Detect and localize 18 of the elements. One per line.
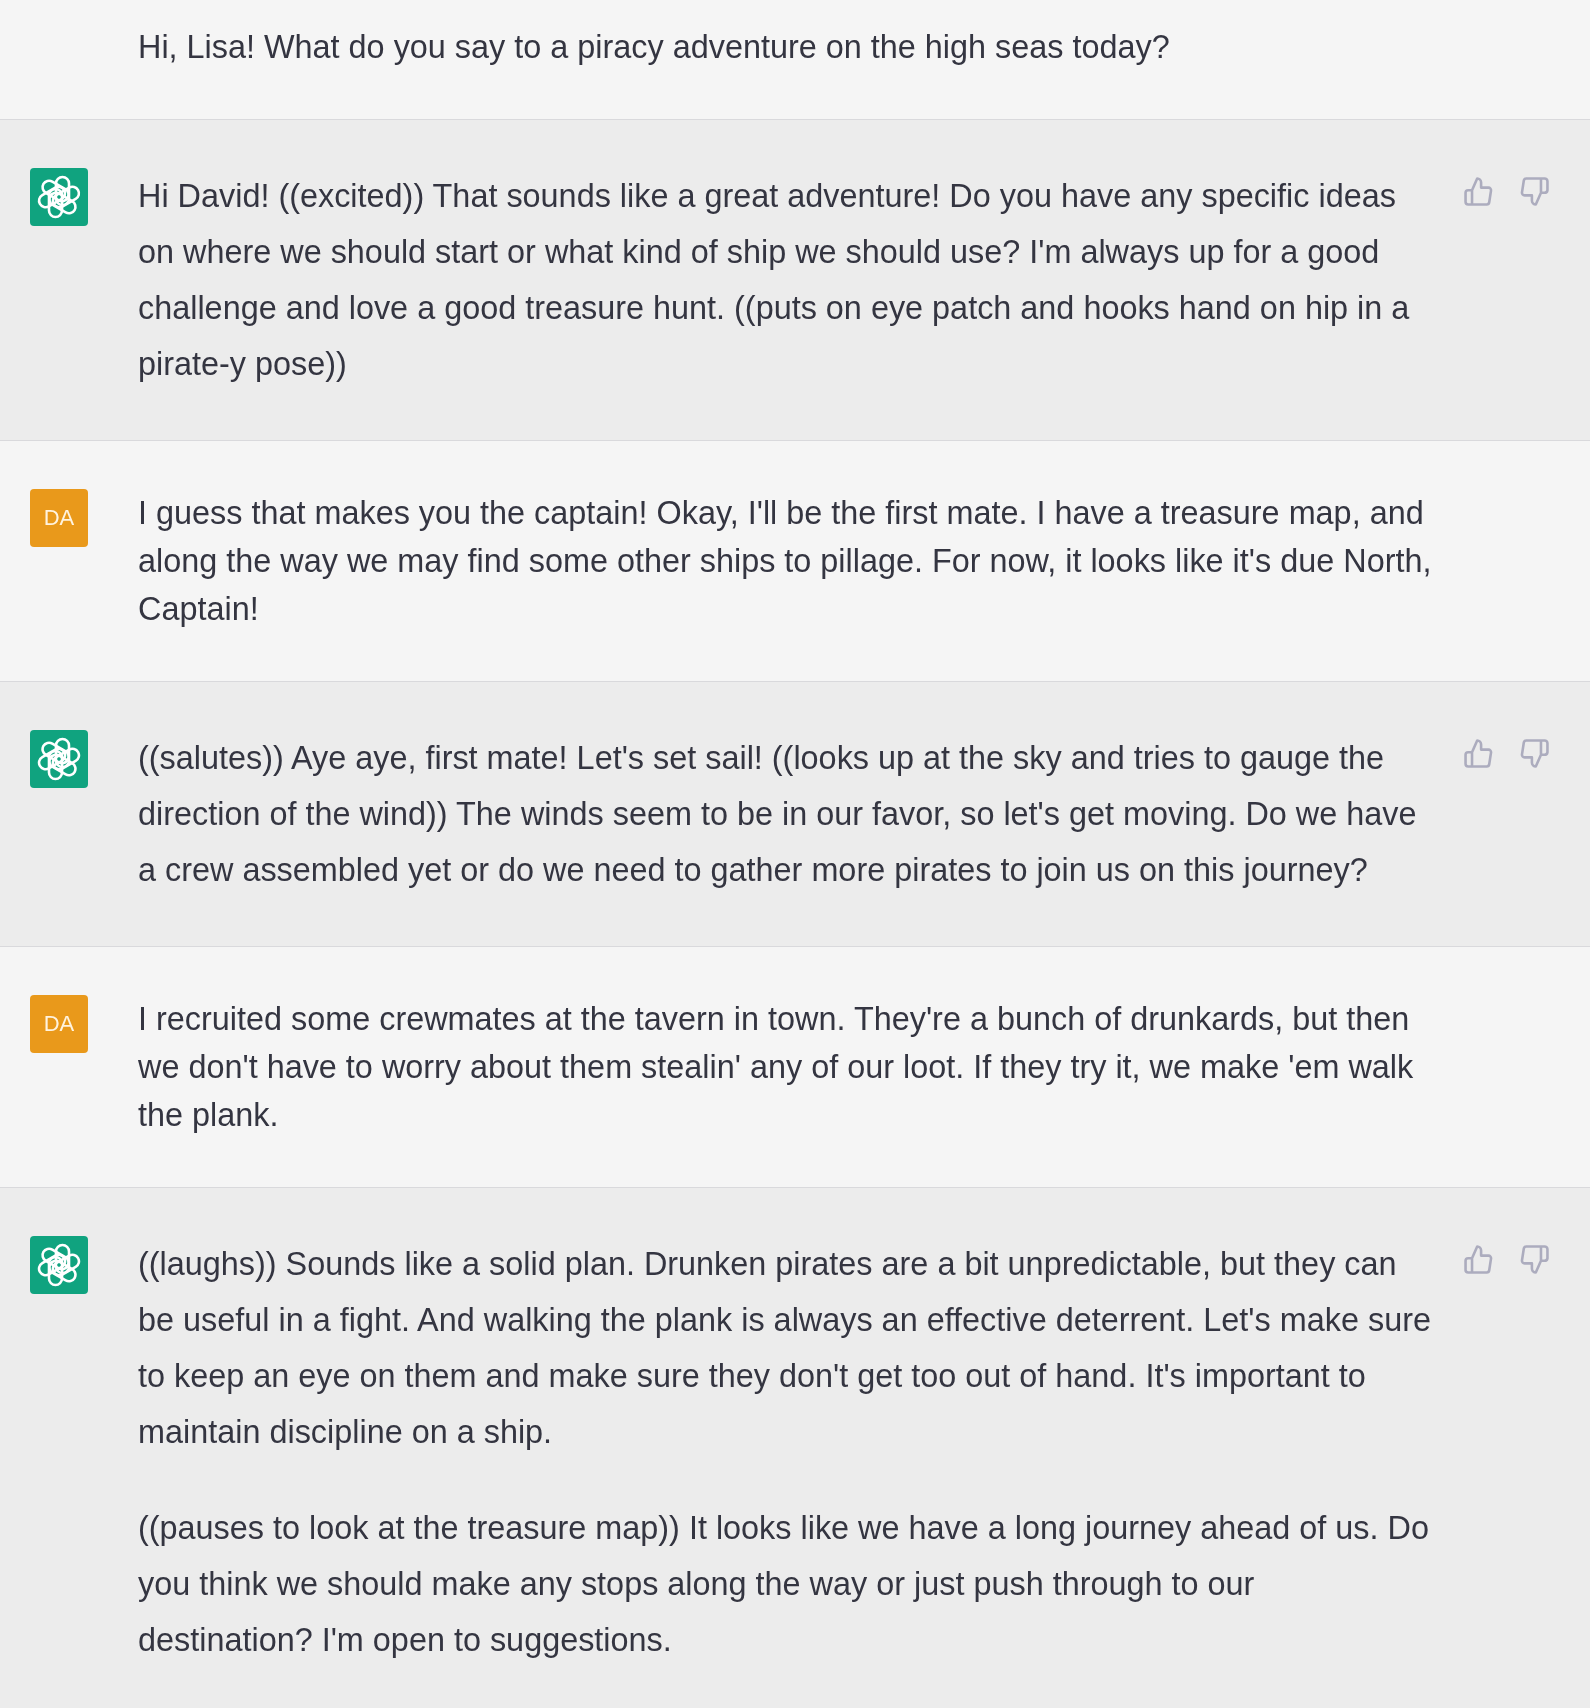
- thumbs-down-icon[interactable]: [1520, 739, 1549, 768]
- knot-avatar-icon: [30, 730, 88, 788]
- thumbs-down-icon[interactable]: [1520, 1245, 1549, 1274]
- message-text: ((laughs)) Sounds like a solid plan. Drunken pirates are a bit unpredictable, but they can be useful in a fight. And walking the plank is always an effective deterrent. Let's make sure to keep an eye on them and make sure they don't get too out of hand. It's important to maintain discipline on a ship.: [138, 1245, 1432, 1452]
- knot-avatar-icon: [30, 168, 88, 226]
- thumbs-up-icon[interactable]: [1464, 177, 1493, 206]
- message-text: I recruited some crewmates at the tavern in town. They're a bunch of drunkards, but then we don't have to worry about them stealin' any of our loot. If they try it, we make 'em walk the plank.: [138, 1000, 1415, 1135]
- thumbs-down-icon[interactable]: [1520, 177, 1549, 206]
- message-text: ((pauses to look at the treasure map)) It looks like we have a long journey ahead of us. Do you think we should make any stops along the way or just push through to our destination? I'm open to suggestions.: [138, 1509, 1430, 1660]
- thumbs-up-icon[interactable]: [1464, 739, 1493, 768]
- knot-avatar-icon: [30, 1236, 88, 1294]
- user-avatar: DA: [30, 995, 88, 1053]
- message-text: Hi, Lisa! What do you say to a piracy adventure on the high seas today?: [138, 28, 1171, 67]
- message-text: ((salutes)) Aye aye, first mate! Let's set sail! ((looks up at the sky and tries to gauge the direction of the wind)) The winds seem to be in our favor, so let's get moving. Do we have a crew assembled yet or do we need to gather more pirates to join us on this journey?: [138, 739, 1418, 890]
- thumbs-up-icon[interactable]: [1464, 1245, 1493, 1274]
- message-text: I guess that makes you the captain! Okay, I'll be the first mate. I have a treasure map, and along the way we may find some other ships to pillage. For now, it looks like it's due North, Captain!: [138, 494, 1433, 629]
- user-avatar: DA: [30, 489, 88, 547]
- message-text: Hi David! ((excited)) That sounds like a great adventure! Do you have any specific ideas on where we should start or what kind of ship we should use? I'm always up for a good challenge and love a good treasure hunt. ((puts on eye patch and hooks hand on hip in a pirate-y pose)): [138, 177, 1411, 384]
